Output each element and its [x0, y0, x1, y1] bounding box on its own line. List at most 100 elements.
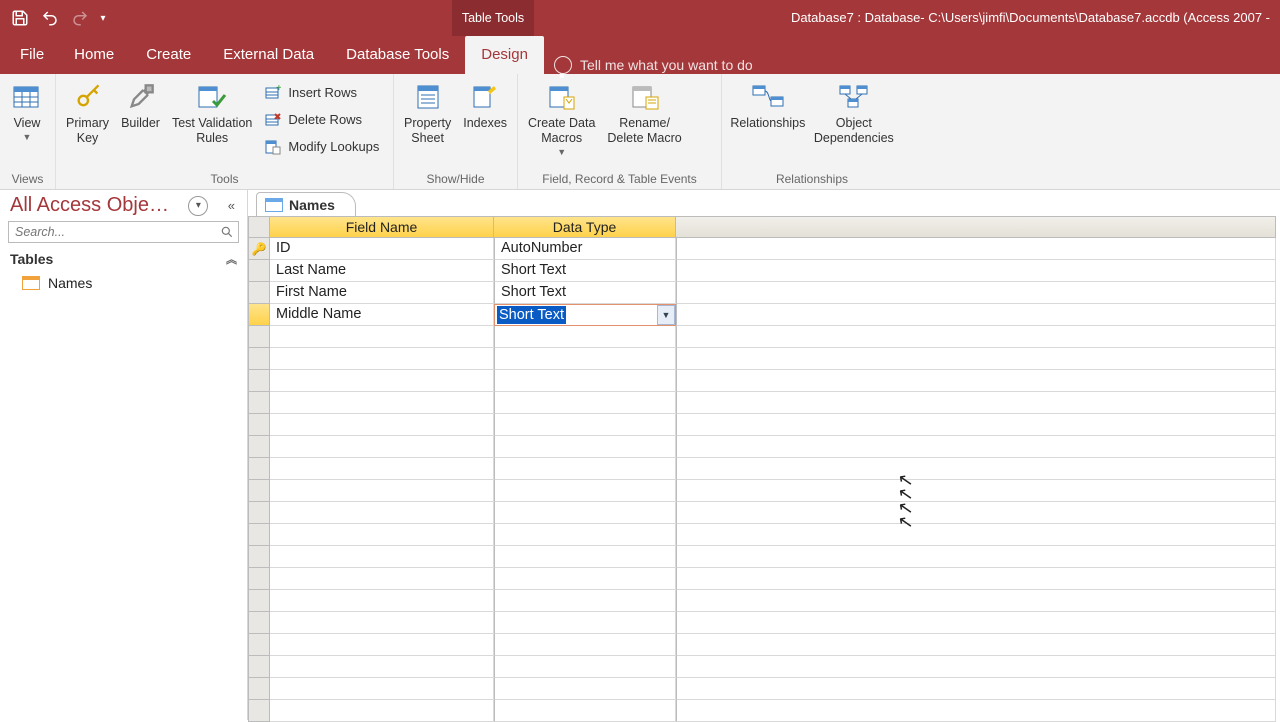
- data-type-cell[interactable]: [494, 546, 676, 568]
- row-selector[interactable]: [248, 656, 270, 678]
- row-selector[interactable]: [248, 502, 270, 524]
- description-cell[interactable]: [676, 546, 1276, 568]
- data-type-cell[interactable]: [494, 678, 676, 700]
- data-type-cell[interactable]: [494, 480, 676, 502]
- nav-collapse-button[interactable]: «: [224, 198, 239, 213]
- description-cell[interactable]: [676, 260, 1276, 282]
- data-type-header[interactable]: Data Type: [494, 216, 676, 238]
- object-dependencies-button[interactable]: Object Dependencies: [812, 78, 896, 148]
- nav-section-tables[interactable]: Tables ︽: [0, 247, 247, 271]
- data-type-cell[interactable]: AutoNumber: [494, 238, 676, 260]
- description-cell[interactable]: [676, 238, 1276, 260]
- delete-rows-button[interactable]: Delete Rows: [260, 107, 383, 132]
- data-type-cell[interactable]: [494, 392, 676, 414]
- field-name-cell[interactable]: [270, 326, 494, 348]
- data-type-cell[interactable]: [494, 370, 676, 392]
- test-validation-rules-button[interactable]: Test Validation Rules: [168, 78, 256, 148]
- row-selector[interactable]: [248, 678, 270, 700]
- field-name-cell[interactable]: [270, 436, 494, 458]
- data-type-cell[interactable]: [494, 524, 676, 546]
- design-tab[interactable]: Design: [465, 36, 544, 74]
- row-selector[interactable]: [248, 282, 270, 304]
- description-cell[interactable]: [676, 282, 1276, 304]
- description-cell[interactable]: [676, 568, 1276, 590]
- field-name-cell[interactable]: [270, 524, 494, 546]
- indexes-button[interactable]: Indexes: [459, 78, 511, 133]
- field-name-header[interactable]: Field Name: [270, 216, 494, 238]
- row-selector[interactable]: [248, 414, 270, 436]
- search-icon[interactable]: [218, 223, 236, 241]
- rename-delete-macro-button[interactable]: Rename/ Delete Macro: [603, 78, 685, 148]
- description-cell[interactable]: [676, 502, 1276, 524]
- description-cell[interactable]: [676, 458, 1276, 480]
- builder-button[interactable]: Builder: [117, 78, 164, 133]
- row-selector[interactable]: [248, 370, 270, 392]
- data-type-cell[interactable]: [494, 612, 676, 634]
- database-tools-tab[interactable]: Database Tools: [330, 36, 465, 74]
- field-name-cell[interactable]: ID: [270, 238, 494, 260]
- row-selector[interactable]: [248, 524, 270, 546]
- field-name-cell[interactable]: [270, 612, 494, 634]
- data-type-cell[interactable]: [494, 502, 676, 524]
- field-name-cell[interactable]: [270, 656, 494, 678]
- row-selector[interactable]: 🔑: [248, 238, 270, 260]
- description-header[interactable]: [676, 216, 1276, 238]
- field-name-cell[interactable]: [270, 502, 494, 524]
- nav-menu-button[interactable]: ▾: [188, 196, 208, 216]
- description-cell[interactable]: [676, 348, 1276, 370]
- nav-search-input[interactable]: [8, 221, 239, 243]
- object-tab-names[interactable]: Names: [256, 192, 356, 216]
- data-type-cell[interactable]: [494, 458, 676, 480]
- field-name-cell[interactable]: [270, 458, 494, 480]
- data-type-cell[interactable]: Short Text▼Short TextLong TextNumberLarg…: [494, 304, 676, 326]
- field-name-cell[interactable]: [270, 370, 494, 392]
- description-cell[interactable]: [676, 590, 1276, 612]
- data-type-cell[interactable]: [494, 568, 676, 590]
- row-selector[interactable]: [248, 348, 270, 370]
- create-tab[interactable]: Create: [130, 36, 207, 74]
- description-cell[interactable]: [676, 480, 1276, 502]
- description-cell[interactable]: [676, 392, 1276, 414]
- redo-button[interactable]: [66, 5, 94, 31]
- description-cell[interactable]: [676, 700, 1276, 722]
- field-name-cell[interactable]: Middle Name: [270, 304, 494, 326]
- external-data-tab[interactable]: External Data: [207, 36, 330, 74]
- tell-me-search[interactable]: Tell me what you want to do: [554, 56, 753, 74]
- relationships-button[interactable]: Relationships: [728, 78, 808, 133]
- data-type-cell[interactable]: [494, 348, 676, 370]
- field-name-cell[interactable]: [270, 392, 494, 414]
- dropdown-caret-icon[interactable]: ▼: [657, 305, 675, 325]
- description-cell[interactable]: [676, 326, 1276, 348]
- insert-rows-button[interactable]: + Insert Rows: [260, 80, 383, 105]
- description-cell[interactable]: [676, 678, 1276, 700]
- data-type-cell[interactable]: [494, 590, 676, 612]
- data-type-cell[interactable]: [494, 414, 676, 436]
- field-name-cell[interactable]: [270, 678, 494, 700]
- description-cell[interactable]: [676, 656, 1276, 678]
- row-selector[interactable]: [248, 260, 270, 282]
- row-selector[interactable]: [248, 700, 270, 722]
- row-selector[interactable]: [248, 304, 270, 326]
- file-tab[interactable]: File: [6, 36, 58, 74]
- row-selector[interactable]: [248, 326, 270, 348]
- property-sheet-button[interactable]: Property Sheet: [400, 78, 455, 148]
- nav-pane-title[interactable]: All Access Obje…: [10, 194, 169, 217]
- row-selector[interactable]: [248, 634, 270, 656]
- row-selector[interactable]: [248, 392, 270, 414]
- field-name-cell[interactable]: [270, 546, 494, 568]
- row-selector[interactable]: [248, 546, 270, 568]
- field-name-cell[interactable]: [270, 480, 494, 502]
- field-name-cell[interactable]: [270, 700, 494, 722]
- description-cell[interactable]: [676, 612, 1276, 634]
- data-type-cell[interactable]: [494, 700, 676, 722]
- field-name-cell[interactable]: [270, 348, 494, 370]
- data-type-cell[interactable]: Short Text: [494, 282, 676, 304]
- modify-lookups-button[interactable]: Modify Lookups: [260, 134, 383, 159]
- description-cell[interactable]: [676, 304, 1276, 326]
- save-button[interactable]: [6, 5, 34, 31]
- description-cell[interactable]: [676, 524, 1276, 546]
- row-selector[interactable]: [248, 480, 270, 502]
- field-name-cell[interactable]: Last Name: [270, 260, 494, 282]
- data-type-cell[interactable]: [494, 634, 676, 656]
- row-selector[interactable]: [248, 612, 270, 634]
